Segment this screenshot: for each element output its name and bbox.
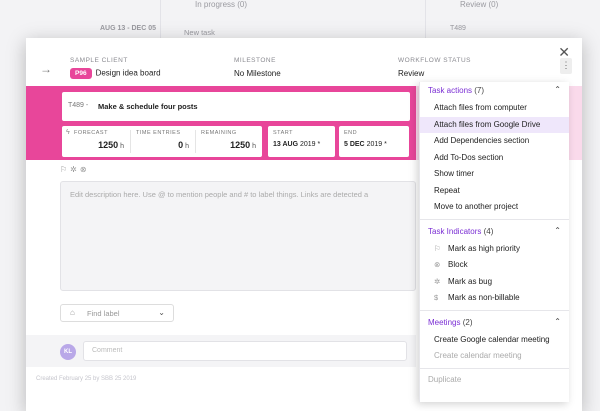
board-column-title: Review (0) bbox=[460, 0, 499, 9]
avatar: KL bbox=[60, 344, 76, 360]
time-entries-value: 0 bbox=[178, 140, 184, 150]
section-count: (4) bbox=[483, 226, 494, 236]
non-billable-icon: $ bbox=[434, 293, 439, 302]
section-count: (7) bbox=[474, 86, 485, 95]
menu-item-duplicate[interactable]: Duplicate bbox=[420, 372, 569, 389]
time-entries-label: TIME ENTRIES bbox=[136, 130, 181, 136]
block-icon: ⊗ bbox=[434, 260, 441, 269]
block-icon[interactable]: ⊗ bbox=[80, 165, 90, 174]
description-editor[interactable]: Edit description here. Use @ to mention … bbox=[60, 181, 416, 291]
start-day: 13 AUG bbox=[273, 141, 299, 148]
project-field[interactable]: P96 Design idea board bbox=[70, 68, 161, 79]
comment-placeholder: Comment bbox=[92, 347, 123, 354]
remaining-field: REMAINING 1250 h bbox=[196, 126, 262, 157]
menu-item-move-project[interactable]: Move to another project bbox=[420, 199, 569, 216]
menu-item-label: Mark as non-billable bbox=[448, 293, 520, 302]
menu-item-calendar-meeting[interactable]: Create calendar meeting bbox=[420, 348, 569, 365]
menu-item-label: Mark as high priority bbox=[448, 243, 521, 253]
flag-icon: ⚐ bbox=[434, 243, 441, 253]
start-label: START bbox=[273, 130, 294, 136]
chevron-up-icon: ⌃ bbox=[554, 316, 561, 326]
start-year: 2019 * bbox=[299, 141, 321, 148]
client-label: SAMPLE CLIENT bbox=[70, 57, 128, 64]
menu-item-block[interactable]: ⊗ Block bbox=[420, 257, 569, 274]
end-label: END bbox=[344, 130, 358, 136]
comment-input[interactable]: Comment bbox=[83, 341, 407, 361]
section-title: Task Indicators bbox=[428, 226, 482, 236]
flag-icon[interactable]: ⚐ bbox=[60, 165, 70, 174]
indicator-icons-row: ⚐✲⊗ bbox=[60, 165, 90, 174]
workflow-label: WORKFLOW STATUS bbox=[398, 57, 471, 64]
label-placeholder: Find label bbox=[87, 309, 120, 318]
bug-icon[interactable]: ✲ bbox=[70, 165, 80, 174]
end-day: 5 DEC bbox=[344, 141, 365, 148]
board-new-task: New task bbox=[184, 28, 215, 37]
tag-icon: ⌂ bbox=[70, 308, 75, 317]
start-date-field[interactable]: START 13 AUG 2019 * bbox=[268, 126, 335, 157]
more-options-icon[interactable]: ⋮ bbox=[560, 58, 572, 74]
menu-item-add-dependencies[interactable]: Add Dependencies section bbox=[420, 133, 569, 150]
section-count: (2) bbox=[462, 317, 473, 327]
section-title: Meetings bbox=[428, 317, 461, 327]
estimates-box: FORECAST ϟ 1250 h TIME ENTRIES 0h REMAINI… bbox=[62, 126, 262, 157]
menu-item-bug[interactable]: ✲ Mark as bug bbox=[420, 274, 569, 291]
label-select[interactable]: ⌂ Find label ⌄ bbox=[60, 304, 174, 322]
expand-arrow-icon[interactable]: → bbox=[40, 62, 52, 76]
divider bbox=[420, 218, 569, 220]
forecast-value: 1250 bbox=[98, 140, 119, 150]
divider bbox=[420, 367, 569, 369]
end-year: 2019 * bbox=[366, 141, 387, 148]
forecast-label: FORECAST bbox=[74, 130, 108, 136]
project-name: Design idea board bbox=[95, 68, 161, 78]
board-column-title: In progress (0) bbox=[195, 0, 248, 9]
chevron-up-icon: ⌃ bbox=[554, 85, 561, 94]
remaining-value: 1250 bbox=[230, 140, 251, 150]
task-title-box[interactable]: T489 - Make & schedule four posts bbox=[62, 92, 410, 121]
section-title: Task actions bbox=[428, 86, 473, 95]
time-entries-field[interactable]: TIME ENTRIES 0h bbox=[131, 126, 195, 157]
bug-icon: ✲ bbox=[434, 276, 441, 286]
milestone-label: MILESTONE bbox=[234, 57, 276, 64]
board-card-id: T489 bbox=[450, 25, 466, 32]
end-date-field[interactable]: END 5 DEC 2019 * bbox=[339, 126, 409, 157]
created-info: Created February 25 by SBB 25 2019 bbox=[36, 376, 137, 382]
time-entries-unit: h bbox=[185, 143, 189, 150]
chevron-down-icon: ⌄ bbox=[158, 308, 165, 317]
menu-item-label: Block bbox=[448, 260, 468, 269]
divider bbox=[420, 309, 569, 311]
remaining-label: REMAINING bbox=[201, 130, 237, 136]
menu-item-non-billable[interactable]: $ Mark as non-billable bbox=[420, 290, 569, 307]
lightning-icon: ϟ bbox=[66, 129, 70, 136]
section-task-indicators[interactable]: Task Indicators (4) ⌃ bbox=[420, 223, 569, 241]
forecast-field[interactable]: FORECAST ϟ 1250 h bbox=[62, 126, 130, 157]
remaining-unit: h bbox=[252, 143, 256, 150]
milestone-value[interactable]: No Milestone bbox=[234, 69, 281, 78]
task-id: T489 - bbox=[68, 102, 89, 109]
menu-item-attach-computer[interactable]: Attach files from computer bbox=[420, 100, 569, 117]
chevron-up-icon: ⌃ bbox=[554, 225, 561, 235]
section-meetings[interactable]: Meetings (2) ⌃ bbox=[420, 314, 569, 332]
menu-item-show-timer[interactable]: Show timer bbox=[420, 166, 569, 183]
task-title: Make & schedule four posts bbox=[98, 102, 198, 111]
menu-item-repeat[interactable]: Repeat bbox=[420, 183, 569, 200]
forecast-unit: h bbox=[120, 143, 124, 150]
menu-item-google-meeting[interactable]: Create Google calendar meeting bbox=[420, 332, 569, 349]
comment-area: KL Comment bbox=[26, 335, 416, 367]
menu-item-high-priority[interactable]: ⚐ Mark as high priority bbox=[420, 241, 569, 258]
section-task-actions[interactable]: Task actions (7) ⌃ bbox=[420, 82, 569, 100]
workflow-value[interactable]: Review bbox=[398, 69, 424, 78]
description-placeholder: Edit description here. Use @ to mention … bbox=[70, 190, 369, 199]
menu-item-label: Mark as bug bbox=[448, 276, 493, 286]
menu-item-add-todos[interactable]: Add To-Dos section bbox=[420, 150, 569, 167]
project-badge: P96 bbox=[70, 68, 92, 79]
menu-item-attach-drive[interactable]: Attach files from Google Drive bbox=[420, 116, 569, 133]
task-actions-menu: Task actions (7) ⌃ Attach files from com… bbox=[419, 82, 569, 402]
board-date-range: AUG 13 - DEC 05 bbox=[100, 25, 157, 32]
